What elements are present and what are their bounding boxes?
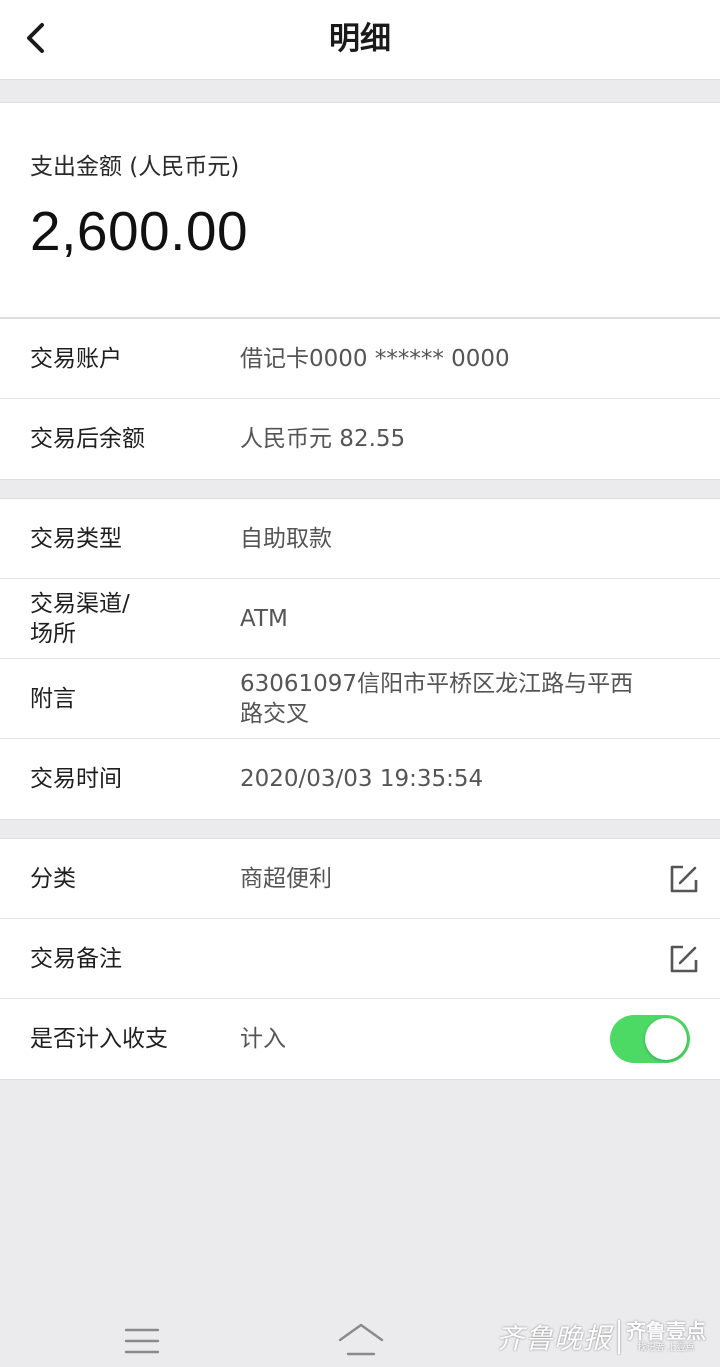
account-value: 借记卡0000 ****** 0000: [240, 346, 510, 372]
note-value: 63061097信阳市平桥区龙江路与平西 路交叉: [240, 659, 690, 739]
balance-label: 交易后余额: [30, 426, 145, 452]
type-label: 交易类型: [30, 526, 122, 552]
top-nav-bar: 明细: [0, 0, 720, 80]
menu-icon[interactable]: [122, 1324, 162, 1358]
watermark-divider: [618, 1320, 621, 1354]
channel-value: ATM: [240, 606, 288, 632]
note-value-line1: 63061097信阳市平桥区龙江路与平西: [240, 671, 634, 697]
category-row[interactable]: 分类 商超便利: [0, 839, 720, 919]
time-label: 交易时间: [30, 766, 122, 792]
toggle-knob: [645, 1018, 687, 1060]
home-icon[interactable]: [336, 1320, 386, 1360]
account-section: 交易账户 借记卡0000 ****** 0000 交易后余额 人民币元 82.5…: [0, 318, 720, 480]
time-row: 交易时间 2020/03/03 19:35:54: [0, 739, 720, 819]
edit-remark-button[interactable]: [668, 943, 700, 975]
remark-label: 交易备注: [30, 946, 122, 972]
time-value: 2020/03/03 19:35:54: [240, 766, 484, 792]
remark-value: [240, 919, 690, 999]
watermark-tiny: 找记者·上壹点: [637, 1343, 695, 1353]
amount-card: 支出金额 (人民币元) 2,600.00: [0, 102, 720, 318]
note-value-line2: 路交叉: [240, 701, 309, 727]
channel-label: 交易渠道/ 场所: [30, 579, 220, 659]
balance-row: 交易后余额 人民币元 82.55: [0, 399, 720, 479]
edit-category-button[interactable]: [668, 863, 700, 895]
channel-label-line1: 交易渠道/: [30, 591, 130, 617]
remark-row[interactable]: 交易备注: [0, 919, 720, 999]
balance-value: 人民币元 82.55: [240, 426, 406, 452]
edit-icon: [670, 865, 698, 893]
account-row: 交易账户 借记卡0000 ****** 0000: [0, 319, 720, 399]
type-value: 自助取款: [240, 526, 332, 552]
account-label: 交易账户: [30, 346, 122, 372]
type-row: 交易类型 自助取款: [0, 499, 720, 579]
channel-row: 交易渠道/ 场所 ATM: [0, 579, 720, 659]
page-title: 明细: [329, 21, 391, 57]
include-toggle[interactable]: [610, 1015, 690, 1063]
category-section: 分类 商超便利 交易备注 是否计入收支 计入: [0, 838, 720, 1080]
include-row: 是否计入收支 计入: [0, 999, 720, 1079]
watermark-right: 齐鲁壹点 找记者·上壹点: [626, 1321, 706, 1353]
transaction-section: 交易类型 自助取款 交易渠道/ 场所 ATM 附言 63061097信阳市平桥区…: [0, 498, 720, 820]
category-value: 商超便利: [240, 866, 332, 892]
watermark-main: 齐鲁晚报: [496, 1322, 613, 1355]
category-label: 分类: [30, 866, 76, 892]
amount-value: 2,600.00: [30, 200, 249, 262]
watermark-sub: 齐鲁壹点: [626, 1319, 707, 1343]
include-label: 是否计入收支: [30, 1026, 168, 1052]
transaction-detail-page: 明细 支出金额 (人民币元) 2,600.00 交易账户 借记卡0000 ***…: [0, 0, 720, 1367]
note-row: 附言 63061097信阳市平桥区龙江路与平西 路交叉: [0, 659, 720, 739]
watermark-logo: 齐鲁晚报 齐鲁壹点 找记者·上壹点: [496, 1314, 716, 1360]
note-label: 附言: [30, 686, 76, 712]
channel-label-line2: 场所: [30, 621, 76, 647]
amount-label: 支出金额 (人民币元): [30, 154, 240, 180]
edit-icon: [670, 945, 698, 973]
